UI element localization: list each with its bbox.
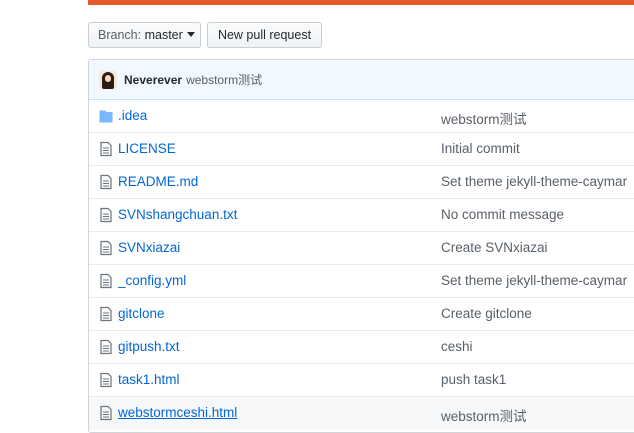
file-icon — [99, 174, 113, 190]
file-link[interactable]: gitpush.txt — [118, 339, 180, 354]
file-row: gitclone Create gitclone — [89, 298, 634, 331]
caret-down-icon — [186, 32, 195, 38]
file-commit-message[interactable]: Set theme jekyll-theme-caymar — [441, 174, 627, 189]
file-list-panel: Neverever webstorm测试 .idea webstorm测试 LI… — [88, 59, 634, 433]
branch-select-button[interactable]: Branch: master — [88, 22, 201, 48]
branch-name: master — [144, 28, 183, 42]
file-link[interactable]: SVNshangchuan.txt — [118, 207, 237, 222]
file-commit-message[interactable]: Set theme jekyll-theme-caymar — [441, 273, 627, 288]
file-icon — [99, 372, 113, 388]
file-link[interactable]: LICENSE — [118, 141, 176, 156]
file-commit-message[interactable]: Initial commit — [441, 141, 520, 156]
file-link[interactable]: _config.yml — [118, 273, 186, 288]
latest-commit-bar: Neverever webstorm测试 — [89, 60, 634, 100]
file-commit-message[interactable]: webstorm测试 — [441, 108, 527, 128]
file-link[interactable]: README.md — [118, 174, 198, 189]
file-commit-message[interactable]: push task1 — [441, 372, 506, 387]
file-commit-message[interactable]: Create SVNxiazai — [441, 240, 548, 255]
file-commit-message[interactable]: webstorm测试 — [441, 405, 527, 425]
file-row: README.md Set theme jekyll-theme-caymar — [89, 166, 634, 199]
file-icon — [99, 240, 113, 256]
file-link[interactable]: SVNxiazai — [118, 240, 180, 255]
file-icon — [99, 207, 113, 223]
file-row: .idea webstorm测试 — [89, 100, 634, 133]
file-commit-message[interactable]: No commit message — [441, 207, 564, 222]
file-icon — [99, 306, 113, 322]
file-link[interactable]: .idea — [118, 108, 147, 123]
file-link[interactable]: gitclone — [118, 306, 165, 321]
file-commit-message[interactable]: Create gitclone — [441, 306, 532, 321]
file-icon — [99, 273, 113, 289]
file-row: SVNxiazai Create SVNxiazai — [89, 232, 634, 265]
branch-prefix-label: Branch: — [98, 28, 142, 42]
file-row: SVNshangchuan.txt No commit message — [89, 199, 634, 232]
commit-message-link[interactable]: webstorm测试 — [186, 71, 262, 88]
avatar[interactable] — [99, 70, 117, 89]
file-row: task1.html push task1 — [89, 364, 634, 397]
file-link[interactable]: webstormceshi.html — [118, 405, 237, 420]
file-row: gitpush.txt ceshi — [89, 331, 634, 364]
file-icon — [99, 339, 113, 355]
file-commit-message[interactable]: ceshi — [441, 339, 473, 354]
folder-icon — [99, 108, 113, 124]
file-row: LICENSE Initial commit — [89, 133, 634, 166]
file-row: _config.yml Set theme jekyll-theme-cayma… — [89, 265, 634, 298]
new-pull-request-button[interactable]: New pull request — [207, 22, 322, 48]
file-icon — [99, 141, 113, 157]
file-link[interactable]: task1.html — [118, 372, 180, 387]
file-icon — [99, 405, 113, 421]
file-row: webstormceshi.html webstorm测试 — [89, 397, 634, 430]
commit-author-link[interactable]: Neverever — [124, 73, 182, 87]
top-accent-bar — [88, 0, 634, 5]
